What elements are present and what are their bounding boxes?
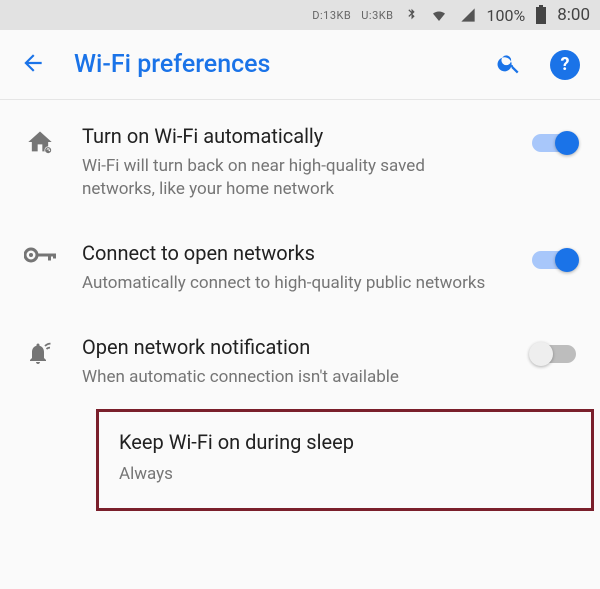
- status-bar: D:13KB U:3KB 100% 8:00: [0, 0, 600, 30]
- signal-icon: [459, 7, 477, 23]
- search-button[interactable]: [496, 50, 522, 80]
- setting-auto-wifi[interactable]: Turn on Wi-Fi automatically Wi-Fi will t…: [0, 104, 600, 221]
- toggle-switch[interactable]: [532, 345, 576, 363]
- battery-percent: 100%: [487, 6, 526, 25]
- setting-title: Open network notification: [82, 335, 498, 360]
- bluetooth-icon: [404, 6, 419, 24]
- setting-subtitle: Wi-Fi will turn back on near high-qualit…: [82, 155, 498, 201]
- app-bar: Wi-Fi preferences ?: [0, 30, 600, 100]
- battery-icon: [535, 5, 547, 25]
- setting-subtitle: When automatic connection isn't availabl…: [82, 366, 498, 389]
- download-speed: D:13KB: [312, 9, 351, 22]
- setting-title: Keep Wi-Fi on during sleep: [119, 430, 571, 455]
- setting-subtitle: Always: [119, 463, 571, 486]
- setting-title: Turn on Wi-Fi automatically: [82, 124, 498, 149]
- setting-open-networks[interactable]: Connect to open networks Automatically c…: [0, 221, 600, 315]
- help-button[interactable]: ?: [550, 50, 580, 80]
- upload-speed: U:3KB: [361, 9, 393, 22]
- setting-subtitle: Automatically connect to high-quality pu…: [82, 272, 498, 295]
- setting-open-notification[interactable]: Open network notification When automatic…: [0, 315, 600, 409]
- settings-list: Turn on Wi-Fi automatically Wi-Fi will t…: [0, 100, 600, 511]
- key-icon: [20, 241, 60, 265]
- setting-keep-wifi-sleep[interactable]: Keep Wi-Fi on during sleep Always: [96, 409, 594, 511]
- bell-wifi-icon: [20, 335, 60, 367]
- home-icon: [20, 124, 60, 156]
- toggle-switch[interactable]: [532, 134, 576, 152]
- setting-title: Connect to open networks: [82, 241, 498, 266]
- clock: 8:00: [557, 5, 590, 25]
- toggle-switch[interactable]: [532, 251, 576, 269]
- wifi-icon: [429, 7, 449, 23]
- back-button[interactable]: [20, 50, 46, 80]
- page-title: Wi-Fi preferences: [74, 50, 468, 79]
